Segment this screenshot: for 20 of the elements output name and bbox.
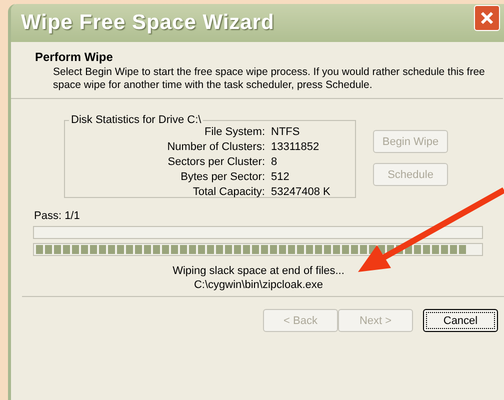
stat-value: 512 — [271, 171, 290, 183]
close-icon — [480, 11, 494, 25]
close-button[interactable] — [474, 5, 500, 31]
description-text: Select Begin Wipe to start the free space wipe process. If you would rather schedule this free space wipe for another time with the task scheduler, press Schedule. — [52, 66, 486, 92]
status-text: Wiping slack space at end of files... — [172, 264, 344, 278]
stat-value: 8 — [271, 156, 278, 168]
status-text: C:\cygwin\bin\zipcloak.exe — [194, 278, 323, 292]
stat-label: Total Capacity: — [192, 186, 265, 198]
stat-value: NTFS — [271, 126, 301, 138]
stat-label: Sectors per Cluster: — [166, 156, 265, 168]
group-title: Disk Statistics for Drive C:\ — [70, 114, 202, 126]
stat-value: 53247408 K — [271, 186, 332, 198]
wizard-button[interactable]: Cancel — [423, 309, 498, 332]
stat-label: Bytes per Sector: — [180, 171, 265, 183]
pass-label: Pass: 1/1 — [33, 209, 81, 222]
stat-label: File System: — [203, 126, 265, 138]
window-title: Wipe Free Space Wizard — [21, 11, 274, 35]
stat-label: Number of Clusters: — [166, 141, 265, 153]
section-title: Perform Wipe — [35, 50, 114, 64]
stat-value: 13311852 — [271, 141, 320, 153]
